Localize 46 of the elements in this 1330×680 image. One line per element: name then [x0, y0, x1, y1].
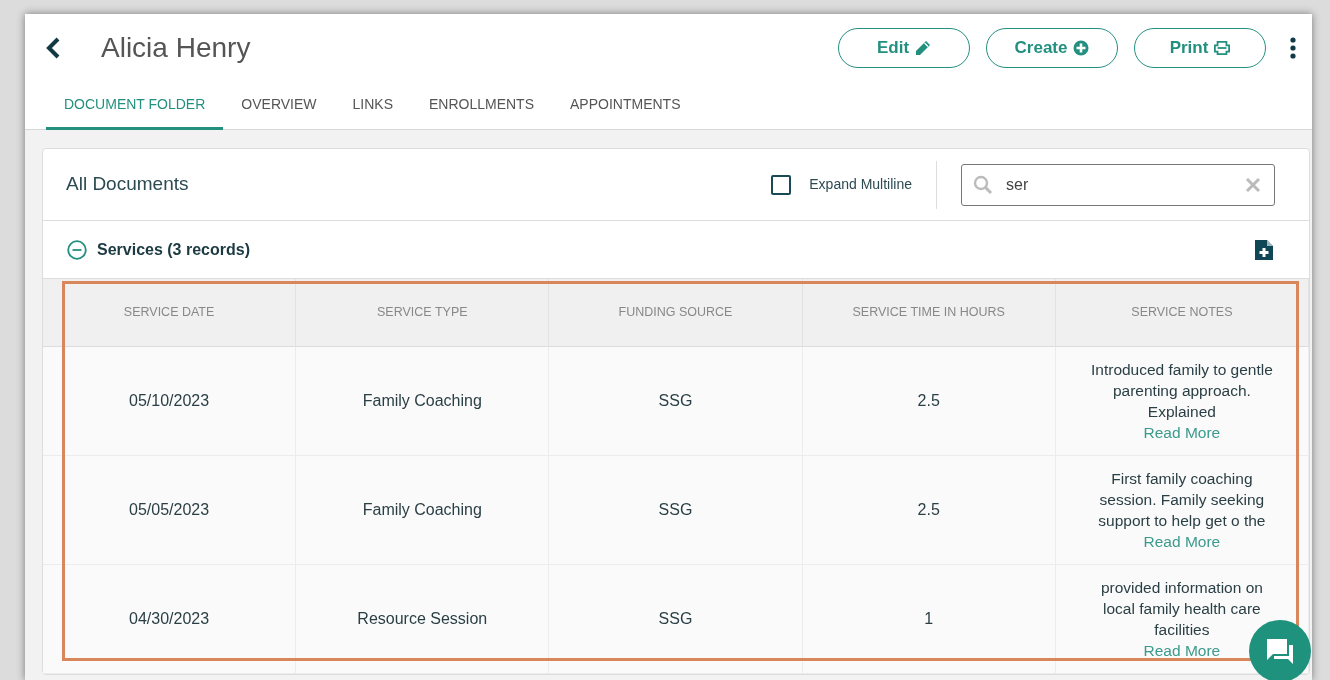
- action-button[interactable]: Create: [986, 28, 1118, 68]
- table-cell: SSG: [549, 456, 803, 565]
- table-cell: 05/10/2023: [43, 347, 297, 456]
- table-cell: SSG: [549, 347, 803, 456]
- table-cell: 2.5: [802, 347, 1056, 456]
- note-text: provided information on local family health care facilities: [1099, 578, 1264, 640]
- table-cell: Resource Session: [296, 565, 550, 674]
- column-header: SERVICE NOTES: [1055, 279, 1309, 347]
- table-cell: 04/30/2023: [43, 565, 297, 674]
- tab[interactable]: OVERVIEW: [223, 82, 335, 130]
- tab[interactable]: ENROLLMENTS: [411, 82, 552, 130]
- section-title: Services (3 records): [97, 239, 250, 260]
- add-document-icon[interactable]: [1255, 239, 1273, 260]
- client-name: Alicia Henry: [101, 31, 251, 65]
- read-more-link[interactable]: Read More: [1143, 640, 1221, 661]
- action-button[interactable]: Edit: [838, 28, 970, 68]
- table-cell: 1: [802, 565, 1056, 674]
- checkbox-label: Expand Multiline: [809, 175, 912, 194]
- note-text: First family coaching session. Family seeking support to help get o the: [1097, 469, 1267, 531]
- plus-circle-icon: [1073, 40, 1090, 56]
- table-cell: Family Coaching: [296, 347, 550, 456]
- back-icon[interactable]: [45, 37, 61, 59]
- table-cell: 2.5: [802, 456, 1056, 565]
- action-button[interactable]: Print: [1134, 28, 1266, 68]
- column-header: SERVICE TYPE: [296, 279, 550, 347]
- read-more-link[interactable]: Read More: [1143, 422, 1221, 443]
- panel-title: All Documents: [66, 172, 189, 197]
- read-more-link[interactable]: Read More: [1143, 531, 1221, 552]
- column-header: SERVICE DATE: [43, 279, 297, 347]
- pencil-icon: [915, 40, 932, 56]
- tab[interactable]: DOCUMENT FOLDER: [46, 82, 224, 130]
- printer-icon: [1214, 40, 1231, 56]
- more-icon[interactable]: [1290, 37, 1296, 59]
- tab[interactable]: LINKS: [334, 82, 411, 130]
- table-cell: SSG: [549, 565, 803, 674]
- table-cell: 05/05/2023: [43, 456, 297, 565]
- column-header: SERVICE TIME IN HOURS: [802, 279, 1056, 347]
- collapse-icon[interactable]: [67, 239, 87, 260]
- table-cell: Family Coaching: [296, 456, 550, 565]
- search-icon: [973, 174, 993, 195]
- tab[interactable]: APPOINTMENTS: [552, 82, 699, 130]
- expand-checkbox[interactable]: [771, 174, 792, 195]
- chat-icon: [1265, 637, 1295, 665]
- note-text: Introduced family to gentle parenting approach. Explained: [1090, 360, 1274, 422]
- search-field[interactable]: ser: [961, 163, 1275, 206]
- column-header: FUNDING SOURCE: [549, 279, 803, 347]
